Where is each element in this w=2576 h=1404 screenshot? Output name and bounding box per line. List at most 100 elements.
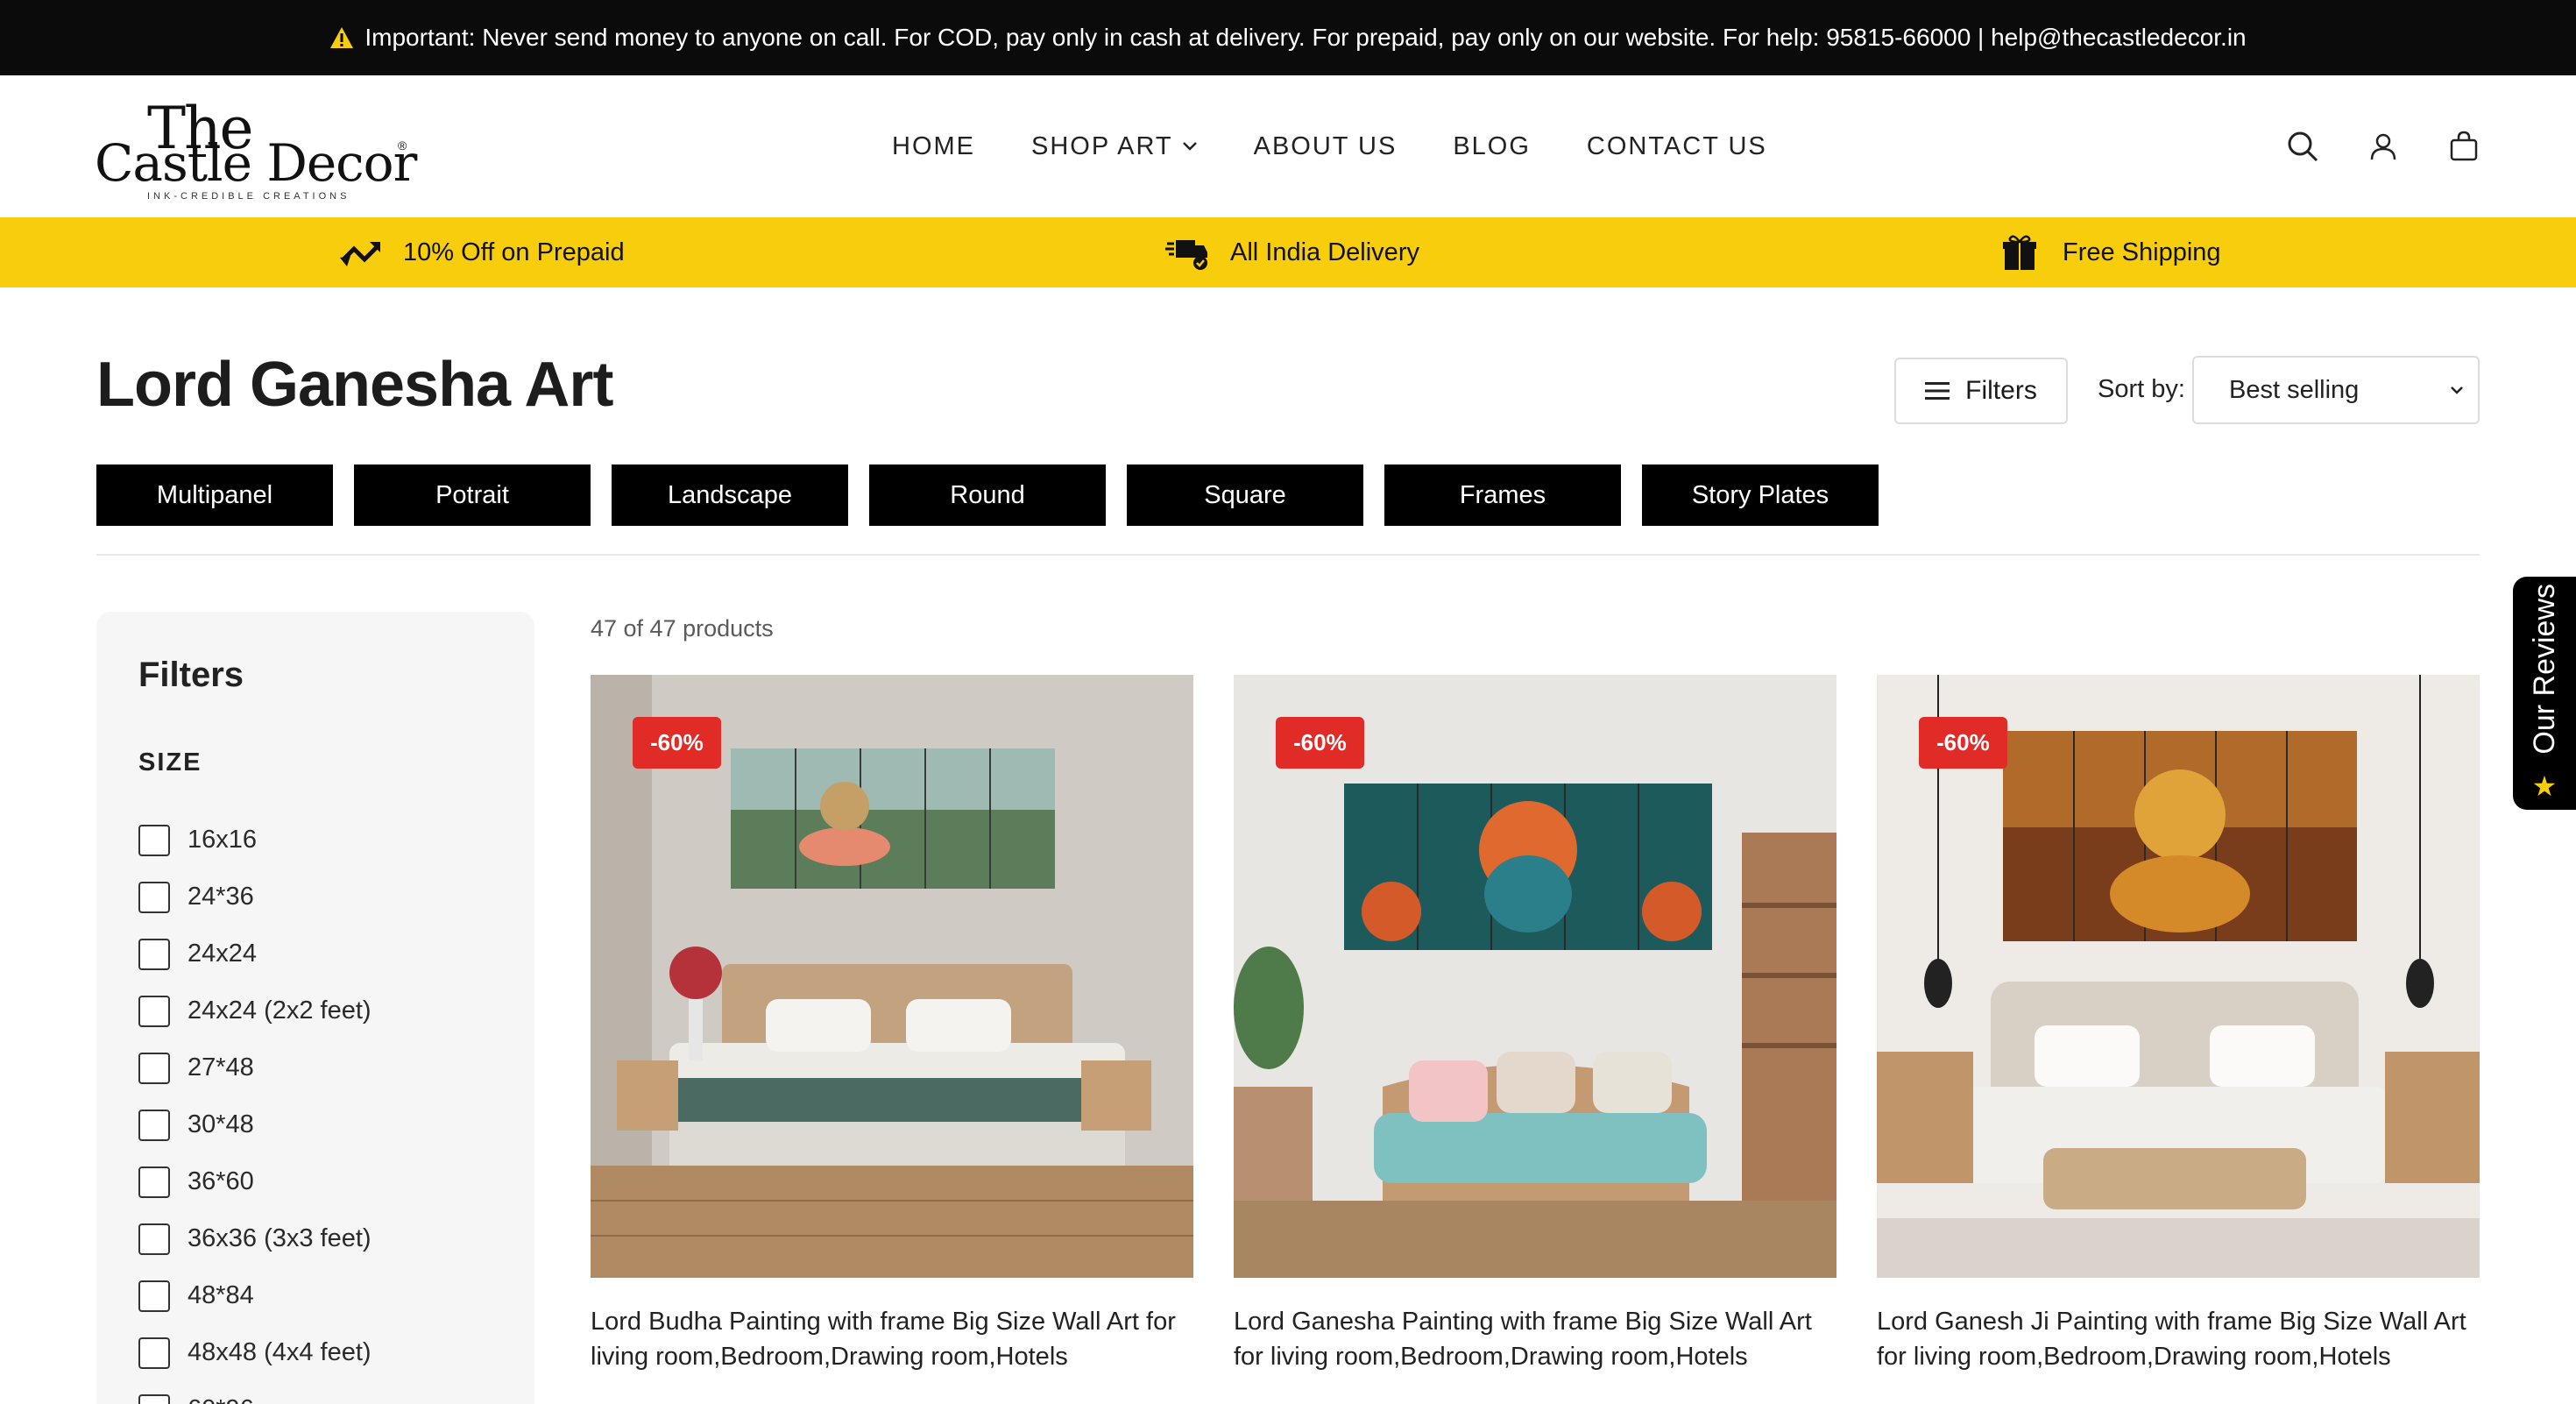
size-label: 24*36: [188, 883, 254, 911]
size-label: 16x16: [188, 826, 258, 854]
size-checkbox[interactable]: [138, 824, 170, 856]
chip-potrait[interactable]: Potrait: [354, 464, 591, 526]
menu-icon: [1925, 382, 1950, 400]
product-count: 47 of 47 products: [591, 615, 774, 642]
size-checkbox[interactable]: [138, 995, 170, 1027]
size-checkbox[interactable]: [138, 1052, 170, 1084]
size-label: 36x36 (3x3 feet): [188, 1224, 372, 1252]
size-option[interactable]: 36*60: [138, 1153, 372, 1210]
size-option[interactable]: 48*84: [138, 1267, 372, 1324]
chip-story-plates[interactable]: Story Plates: [1642, 464, 1879, 526]
size-label: 60*96: [188, 1395, 254, 1404]
size-option[interactable]: 24x24 (2x2 feet): [138, 982, 372, 1039]
size-label: 48*84: [188, 1281, 254, 1309]
product-image[interactable]: -60%: [591, 675, 1193, 1278]
size-option[interactable]: 30*48: [138, 1096, 372, 1153]
size-checkbox[interactable]: [138, 938, 170, 970]
nav-blog[interactable]: BLOG: [1453, 132, 1531, 161]
reviews-tab-label: Our Reviews: [2527, 583, 2561, 755]
benefits-bar: 10% Off on Prepaid All India Delivery Fr…: [0, 217, 2576, 287]
exchange-icon: [340, 242, 380, 266]
announcement-bar: Important: Never send money to anyone on…: [0, 0, 2576, 75]
logo-main: Castle Decor: [95, 133, 417, 193]
sort-select[interactable]: Best selling: [2192, 356, 2480, 424]
free-gift-icon: [2003, 235, 2036, 270]
discount-badge: -60%: [1276, 717, 1364, 769]
nav-contact-us[interactable]: CONTACT US: [1587, 132, 1767, 161]
size-checkbox[interactable]: [138, 1223, 170, 1255]
benefit-prepaid: 10% Off on Prepaid: [338, 217, 625, 287]
filters-button[interactable]: Filters: [1894, 358, 2068, 424]
benefit-shipping-label: Free Shipping: [2063, 238, 2221, 266]
filters-button-label: Filters: [1965, 376, 2037, 405]
product-card[interactable]: -60% Lord Ganesha Painting with frame Bi…: [1234, 675, 1836, 1374]
main-nav: HOME SHOP ART ABOUT US BLOG CONTACT US: [892, 75, 1767, 217]
sidebar-title: Filters: [138, 656, 244, 694]
size-option[interactable]: 27*48: [138, 1039, 372, 1096]
size-checkbox[interactable]: [138, 1280, 170, 1312]
account-icon[interactable]: [2366, 129, 2401, 164]
sort-value: Best selling: [2229, 375, 2360, 404]
header-actions: [2285, 75, 2481, 217]
size-list: 16x16 24*36 24x24 24x24 (2x2 feet) 27*48…: [138, 812, 372, 1404]
product-card[interactable]: -60% Lord Ganesh Ji Painting with frame …: [1877, 675, 2480, 1374]
site-header: The Castle Decor ® INK-CREDIBLE CREATION…: [0, 75, 2576, 217]
nav-shop-art-label: SHOP ART: [1031, 131, 1173, 160]
cart-icon[interactable]: [2446, 129, 2481, 164]
chip-multipanel[interactable]: Multipanel: [96, 464, 333, 526]
size-option[interactable]: 48x48 (4x4 feet): [138, 1324, 372, 1381]
logo-registered: ®: [398, 138, 407, 152]
benefit-delivery-label: All India Delivery: [1230, 238, 1419, 266]
product-title[interactable]: Lord Ganesha Painting with frame Big Siz…: [1234, 1304, 1836, 1374]
nav-about-us[interactable]: ABOUT US: [1254, 132, 1398, 161]
sort-label: Sort by:: [2098, 375, 2185, 403]
chip-landscape[interactable]: Landscape: [612, 464, 848, 526]
size-checkbox[interactable]: [138, 1166, 170, 1198]
page-title: Lord Ganesha Art: [96, 350, 613, 420]
size-label: 36*60: [188, 1167, 254, 1195]
size-checkbox[interactable]: [138, 881, 170, 913]
size-heading: SIZE: [138, 748, 202, 776]
chip-round[interactable]: Round: [869, 464, 1106, 526]
size-label: 24x24: [188, 940, 258, 968]
chevron-down-icon: [1182, 142, 1197, 151]
star-icon: ★: [2531, 770, 2558, 803]
size-option[interactable]: 24*36: [138, 869, 372, 925]
nav-shop-art[interactable]: SHOP ART: [1031, 132, 1198, 161]
nav-home[interactable]: HOME: [892, 132, 975, 161]
discount-badge: -60%: [633, 717, 721, 769]
size-label: 24x24 (2x2 feet): [188, 996, 372, 1025]
chip-square[interactable]: Square: [1127, 464, 1363, 526]
search-icon[interactable]: [2285, 129, 2320, 164]
size-label: 30*48: [188, 1110, 254, 1138]
size-option[interactable]: 24x24: [138, 925, 372, 982]
size-option[interactable]: 36x36 (3x3 feet): [138, 1210, 372, 1267]
size-label: 27*48: [188, 1053, 254, 1081]
size-checkbox[interactable]: [138, 1337, 170, 1369]
product-image[interactable]: -60%: [1877, 675, 2480, 1278]
section-divider: [96, 554, 2480, 556]
size-checkbox[interactable]: [138, 1393, 170, 1404]
size-label: 48x48 (4x4 feet): [188, 1338, 372, 1366]
benefit-shipping: Free Shipping: [1998, 217, 2221, 287]
warning-icon: [330, 27, 354, 48]
product-image[interactable]: -60%: [1234, 675, 1836, 1278]
brand-logo[interactable]: The Castle Decor ® INK-CREDIBLE CREATION…: [95, 95, 419, 202]
discount-badge: -60%: [1919, 717, 2007, 769]
logo-tagline: INK-CREDIBLE CREATIONS: [147, 191, 350, 202]
filter-sidebar: Filters SIZE 16x16 24*36 24x24 24x24 (2x…: [96, 612, 534, 1404]
chevron-down-icon: [2451, 386, 2463, 394]
size-checkbox[interactable]: [138, 1109, 170, 1141]
delivery-truck-icon: [1165, 240, 1207, 270]
chip-frames[interactable]: Frames: [1384, 464, 1621, 526]
reviews-tab[interactable]: Our Reviews ★: [2513, 577, 2576, 810]
announcement-text: Important: Never send money to anyone on…: [364, 24, 2247, 51]
benefit-prepaid-label: 10% Off on Prepaid: [403, 238, 625, 266]
size-option[interactable]: 16x16: [138, 812, 372, 869]
category-chips: Multipanel Potrait Landscape Round Squar…: [96, 464, 1879, 526]
product-card[interactable]: -60% Lord Budha Painting with frame Big …: [591, 675, 1193, 1374]
benefit-delivery: All India Delivery: [1165, 217, 1419, 287]
size-option[interactable]: 60*96: [138, 1381, 372, 1404]
product-title[interactable]: Lord Budha Painting with frame Big Size …: [591, 1304, 1193, 1374]
product-title[interactable]: Lord Ganesh Ji Painting with frame Big S…: [1877, 1304, 2480, 1374]
